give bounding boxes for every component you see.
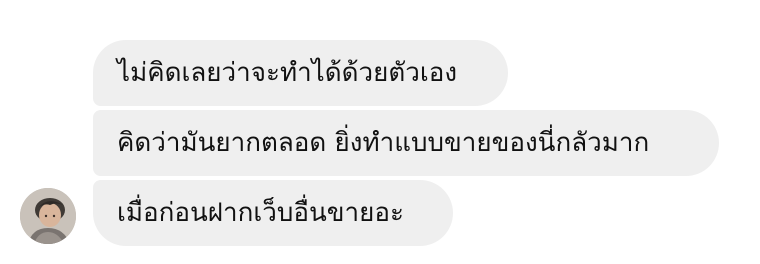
message-bubble[interactable]: คิดว่ามันยากตลอด ยิ่งทำแบบขายของนี่กลัวม… [93, 110, 719, 176]
user-photo-icon [20, 188, 76, 244]
chat-thread: ไม่คิดเลยว่าจะทำได้ด้วยตัวเอง คิดว่ามันย… [0, 0, 760, 264]
message-bubble[interactable]: ไม่คิดเลยว่าจะทำได้ด้วยตัวเอง [93, 40, 508, 106]
message-bubble[interactable]: เมื่อก่อนฝากเว็บอื่นขายอะ [93, 180, 453, 246]
sender-avatar[interactable] [20, 188, 76, 244]
